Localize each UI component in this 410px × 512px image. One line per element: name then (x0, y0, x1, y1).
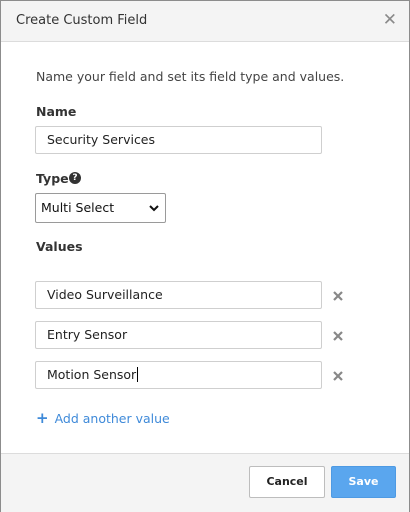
cancel-button[interactable]: Cancel (249, 466, 325, 498)
value-input-3-text: Motion Sensor (47, 367, 137, 382)
value-input-2[interactable]: Entry Sensor (35, 321, 322, 349)
question-circle-icon[interactable]: ? (69, 172, 81, 184)
plus-icon: + (36, 409, 49, 427)
chevron-down-icon (149, 205, 159, 212)
text-caret (137, 367, 139, 382)
value-input-3[interactable]: Motion Sensor (35, 361, 322, 389)
type-select[interactable]: Multi Select (35, 193, 166, 223)
dialog-header: Create Custom Field ✕ (1, 1, 409, 42)
type-select-value: Multi Select (41, 200, 115, 215)
name-input[interactable]: Security Services (35, 126, 322, 154)
name-label: Name (36, 104, 77, 119)
add-another-value-label: Add another value (54, 411, 170, 426)
close-icon[interactable]: ✕ (383, 10, 397, 30)
intro-text: Name your field and set its field type a… (36, 69, 345, 84)
remove-value-icon[interactable] (332, 290, 344, 302)
create-custom-field-dialog: Create Custom Field ✕ Name your field an… (0, 0, 410, 512)
add-another-value-link[interactable]: + Add another value (36, 409, 170, 427)
value-input-1[interactable]: Video Surveillance (35, 281, 322, 309)
save-button[interactable]: Save (331, 466, 396, 498)
values-label: Values (36, 239, 83, 254)
remove-value-icon[interactable] (332, 370, 344, 382)
dialog-title: Create Custom Field (16, 13, 148, 28)
type-label: Type (36, 171, 69, 186)
remove-value-icon[interactable] (332, 330, 344, 342)
